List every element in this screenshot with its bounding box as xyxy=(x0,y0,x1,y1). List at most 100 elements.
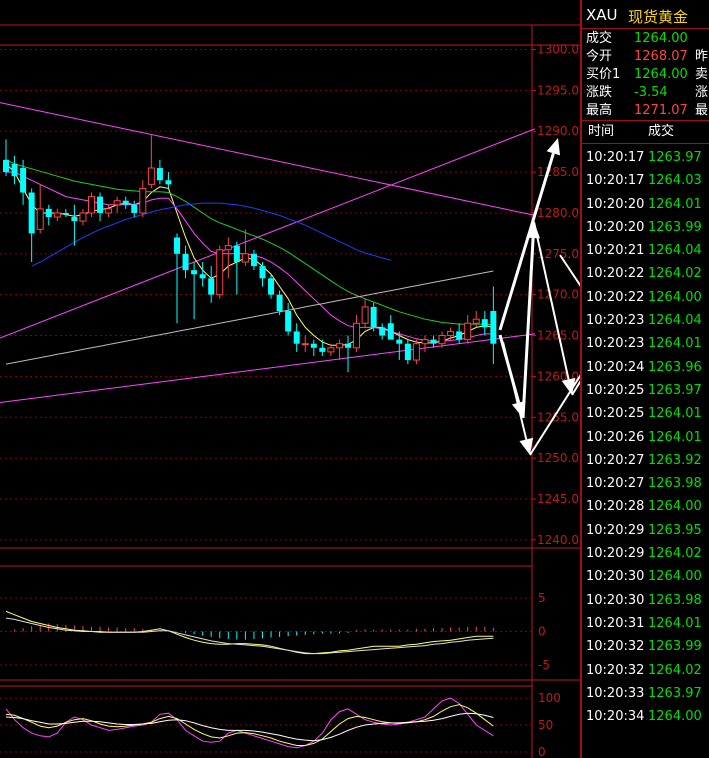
arrow-line xyxy=(498,152,555,331)
candle xyxy=(113,196,121,213)
candle-body xyxy=(113,200,121,206)
quote-label: 成交 xyxy=(586,31,613,46)
tick-price: 1264.04 xyxy=(648,313,702,329)
tick-row[interactable]: 10:20:25 1264.01 xyxy=(582,402,709,425)
tick-row[interactable]: 10:20:32 1263.99 xyxy=(582,635,709,658)
tick-time: 10:20:24 xyxy=(586,359,645,375)
tick-price: 1263.98 xyxy=(648,592,702,608)
tick-time: 10:20:20 xyxy=(586,219,645,235)
candle-body xyxy=(268,278,275,295)
candle xyxy=(28,188,35,262)
tick-row[interactable]: 10:20:22 1264.00 xyxy=(582,286,709,309)
tick-time: 10:20:21 xyxy=(586,243,645,259)
candle-body xyxy=(216,249,224,296)
instrument-header: XAU 现货黄金 xyxy=(582,6,709,28)
quote-label: 涨跌 xyxy=(586,85,613,100)
tick-row[interactable]: 10:20:34 1264.00 xyxy=(582,705,709,728)
y-tick-label: 100 xyxy=(538,691,561,705)
candle-body xyxy=(97,196,104,213)
tick-row[interactable]: 10:20:20 1264.01 xyxy=(582,193,709,216)
tick-time: 10:20:22 xyxy=(586,289,645,305)
trendline xyxy=(0,102,536,216)
tick-price: 1264.02 xyxy=(648,266,702,282)
chart-area: 1300.0 1295.0 1290.0 1285.0 1280.0 1275.0 1270… xyxy=(0,24,580,758)
candle xyxy=(88,192,95,218)
candle-body xyxy=(165,180,172,185)
quote-label: 今开 xyxy=(586,49,613,64)
candle-body xyxy=(370,306,377,328)
trendline xyxy=(0,128,536,339)
tick-row[interactable]: 10:20:23 1264.01 xyxy=(582,332,709,355)
tick-list[interactable]: 10:20:17 1263.97 10:20:17 1264.03 10:20:20 12… xyxy=(582,146,709,728)
tick-price: 1264.01 xyxy=(648,196,702,212)
tick-row[interactable]: 10:20:17 1264.03 xyxy=(582,169,709,192)
tick-row[interactable]: 10:20:29 1263.95 xyxy=(582,519,709,542)
tick-row[interactable]: 10:20:22 1264.02 xyxy=(582,262,709,285)
tick-price: 1264.00 xyxy=(648,499,702,515)
tick-row[interactable]: 10:20:26 1264.01 xyxy=(582,426,709,449)
candle xyxy=(379,323,386,340)
tick-time: 10:20:29 xyxy=(586,546,645,562)
candle xyxy=(285,302,292,336)
y-tick-label: 0 xyxy=(538,745,546,758)
tick-price: 1264.04 xyxy=(648,243,702,259)
candle-body xyxy=(438,335,446,345)
y-tick-label: 0 xyxy=(538,625,546,639)
tick-row[interactable]: 10:20:29 1264.02 xyxy=(582,542,709,565)
tick-row[interactable]: 10:20:28 1264.00 xyxy=(582,495,709,518)
candle xyxy=(199,261,206,287)
candle-body xyxy=(456,331,463,340)
quote-value: 1264.00 xyxy=(634,67,688,82)
tick-row[interactable]: 10:20:27 1263.92 xyxy=(582,449,709,472)
tick-row[interactable]: 10:20:23 1264.04 xyxy=(582,309,709,332)
tick-row[interactable]: 10:20:24 1263.96 xyxy=(582,356,709,379)
tick-price: 1263.98 xyxy=(648,476,702,492)
candle xyxy=(430,335,437,348)
candle xyxy=(404,339,411,365)
candle-body xyxy=(36,208,44,230)
quote-value: 1271.07 xyxy=(634,103,688,118)
tick-row[interactable]: 10:20:17 1263.97 xyxy=(582,146,709,169)
candle-body xyxy=(430,339,437,344)
tick-row[interactable]: 10:20:31 1264.01 xyxy=(582,612,709,635)
candle xyxy=(456,323,463,344)
tick-row[interactable]: 10:20:30 1263.98 xyxy=(582,589,709,612)
candle-body xyxy=(481,319,488,328)
candle-body xyxy=(122,200,129,205)
candle-body xyxy=(241,253,249,263)
tick-row[interactable]: 10:20:33 1263.97 xyxy=(582,682,709,705)
tick-price: 1263.95 xyxy=(648,522,702,538)
candle-body xyxy=(147,167,155,185)
moving-average-line xyxy=(6,171,494,342)
candle-body xyxy=(319,347,326,352)
arrow-line xyxy=(529,374,580,456)
candle-body xyxy=(447,330,455,337)
candle-body xyxy=(20,168,27,193)
tick-time: 10:20:25 xyxy=(586,382,645,398)
candle-body xyxy=(53,212,61,218)
tick-row[interactable]: 10:20:21 1264.04 xyxy=(582,239,709,262)
candle xyxy=(421,335,429,352)
tick-row[interactable]: 10:20:20 1263.99 xyxy=(582,216,709,239)
tick-row[interactable]: 10:20:25 1263.97 xyxy=(582,379,709,402)
y-tick-label: 1280.0 xyxy=(537,206,579,220)
candle-body xyxy=(293,331,300,344)
tick-row[interactable]: 10:20:30 1264.00 xyxy=(582,565,709,588)
quote-label-secondary: 最 xyxy=(695,103,709,118)
arrow-head xyxy=(546,138,561,156)
candle xyxy=(361,298,369,328)
tick-row[interactable]: 10:20:27 1263.98 xyxy=(582,472,709,495)
candle xyxy=(208,266,215,303)
tick-time: 10:20:20 xyxy=(586,196,645,212)
arrow-line xyxy=(502,341,528,440)
candle-body xyxy=(490,311,497,344)
candle-body xyxy=(353,322,361,349)
candle xyxy=(105,204,113,218)
kdj-line xyxy=(5,697,494,749)
candle-body xyxy=(88,196,95,214)
candle xyxy=(259,261,266,287)
tick-row[interactable]: 10:20:32 1264.02 xyxy=(582,659,709,682)
kdj-panel: 100 50 0 xyxy=(0,685,561,758)
candle xyxy=(62,208,69,218)
candle xyxy=(139,180,147,218)
